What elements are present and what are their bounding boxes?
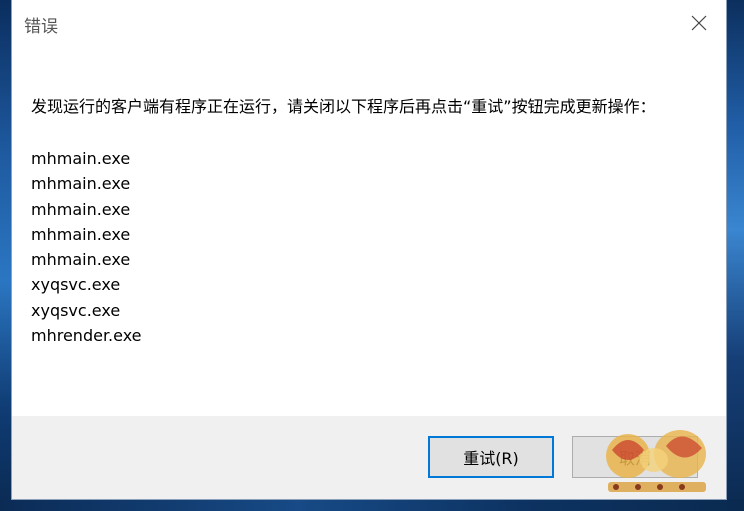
dialog-titlebar: 错误: [12, 0, 726, 47]
close-icon: [691, 15, 707, 31]
dialog-title: 错误: [24, 17, 58, 37]
process-item: xyqsvc.exe: [31, 300, 121, 320]
screen: 错误 发现运行的客户端有程序正在运行，请关闭以下程序后再点击“重试”按钮完成更新…: [0, 0, 744, 511]
game-background-right: [726, 0, 744, 511]
process-item: mhmain.exe: [31, 224, 131, 244]
close-button[interactable]: [680, 6, 718, 40]
dialog-footer: 重试(R) 取消: [12, 416, 726, 499]
process-list: mhmain.exe mhmain.exe mhmain.exe mhmain.…: [31, 146, 691, 348]
process-item: mhrender.exe: [31, 326, 142, 346]
process-item: mhmain.exe: [31, 174, 131, 194]
process-item: mhmain.exe: [31, 199, 131, 219]
cancel-button[interactable]: 取消: [572, 436, 698, 478]
game-background-left: [0, 0, 12, 511]
process-item: mhmain.exe: [31, 149, 131, 168]
process-item: mhmain.exe: [31, 250, 131, 270]
error-dialog: 错误 发现运行的客户端有程序正在运行，请关闭以下程序后再点击“重试”按钮完成更新…: [12, 0, 726, 499]
process-item: xyqsvc.exe: [31, 275, 121, 295]
dialog-content: 发现运行的客户端有程序正在运行，请关闭以下程序后再点击“重试”按钮完成更新操作：…: [31, 94, 691, 348]
error-message: 发现运行的客户端有程序正在运行，请关闭以下程序后再点击“重试”按钮完成更新操作：: [31, 97, 656, 116]
game-background-bottom: [0, 499, 744, 511]
retry-button[interactable]: 重试(R): [428, 436, 554, 478]
